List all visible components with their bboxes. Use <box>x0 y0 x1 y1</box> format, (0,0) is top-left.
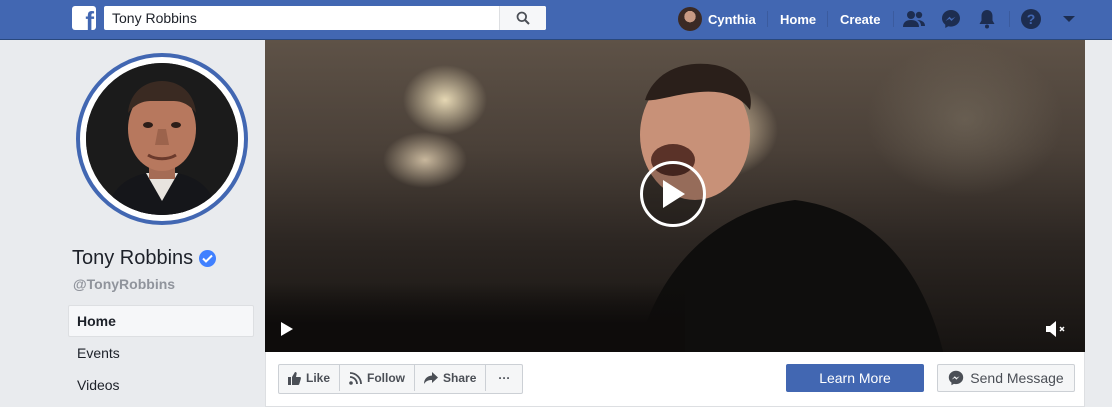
facebook-logo[interactable]: f <box>72 6 96 30</box>
user-avatar[interactable] <box>678 7 702 31</box>
follow-label: Follow <box>367 371 406 385</box>
like-icon <box>288 371 301 385</box>
send-message-button[interactable]: Send Message <box>937 364 1075 392</box>
page-action-buttons: Like Follow Share ··· <box>278 364 524 394</box>
search-button[interactable] <box>499 6 546 30</box>
create-link[interactable]: Create <box>840 0 880 39</box>
page-handle[interactable]: @TonyRobbins <box>73 276 175 292</box>
play-icon <box>663 180 685 208</box>
like-button[interactable]: Like <box>279 365 341 391</box>
home-link[interactable]: Home <box>780 0 816 39</box>
play-button[interactable] <box>640 161 706 227</box>
more-options-button[interactable]: ··· <box>486 365 522 391</box>
rss-follow-icon <box>349 371 362 385</box>
help-icon[interactable]: ? <box>1020 8 1042 30</box>
messenger-icon <box>949 370 964 386</box>
share-button[interactable]: Share <box>415 365 487 391</box>
play-small-icon <box>281 322 293 336</box>
learn-more-button[interactable]: Learn More <box>786 364 924 392</box>
sidebar-item-home[interactable]: Home <box>68 305 254 337</box>
share-arrow-icon <box>424 372 439 384</box>
cover-video[interactable] <box>265 40 1085 352</box>
nav-divider <box>893 11 894 27</box>
nav-divider <box>767 11 768 27</box>
share-label: Share <box>443 371 477 385</box>
profile-picture-frame[interactable] <box>76 53 248 225</box>
home-label: Home <box>780 12 817 27</box>
page-name-text: Tony Robbins <box>72 247 194 269</box>
mute-button[interactable] <box>1045 320 1067 343</box>
profile-picture <box>86 63 238 215</box>
learn-more-label: Learn More <box>819 370 891 386</box>
svg-text:?: ? <box>1027 11 1036 27</box>
sidebar-item-videos[interactable]: Videos <box>68 369 254 401</box>
page-name: Tony Robbins <box>72 247 217 270</box>
sidebar-navigation: Home Events Videos <box>68 305 254 401</box>
top-navigation-bar: f Cynthia Home Create ? <box>0 0 1112 40</box>
page-action-bar: Like Follow Share ··· Learn More Send Me… <box>265 352 1085 407</box>
user-name: Cynthia <box>708 12 756 27</box>
notifications-icon[interactable] <box>976 8 998 30</box>
nav-divider <box>827 11 828 27</box>
like-label: Like <box>306 371 331 385</box>
create-label: Create <box>840 12 881 27</box>
messenger-icon[interactable] <box>940 8 962 30</box>
video-play-control[interactable] <box>281 322 293 341</box>
search-icon <box>516 11 530 25</box>
sidebar-item-events[interactable]: Events <box>68 337 254 369</box>
send-message-label: Send Message <box>970 370 1064 386</box>
video-crowd <box>265 282 685 352</box>
nav-divider <box>1009 11 1010 27</box>
verified-badge-icon <box>199 250 217 267</box>
more-options-icon: ··· <box>498 371 511 385</box>
friends-icon[interactable] <box>903 8 925 30</box>
account-menu-icon[interactable] <box>1058 8 1080 30</box>
follow-button[interactable]: Follow <box>340 365 416 391</box>
search-box <box>104 6 546 30</box>
user-profile-link[interactable]: Cynthia <box>708 0 756 39</box>
search-input[interactable] <box>104 6 515 30</box>
muted-speaker-icon <box>1046 321 1065 337</box>
